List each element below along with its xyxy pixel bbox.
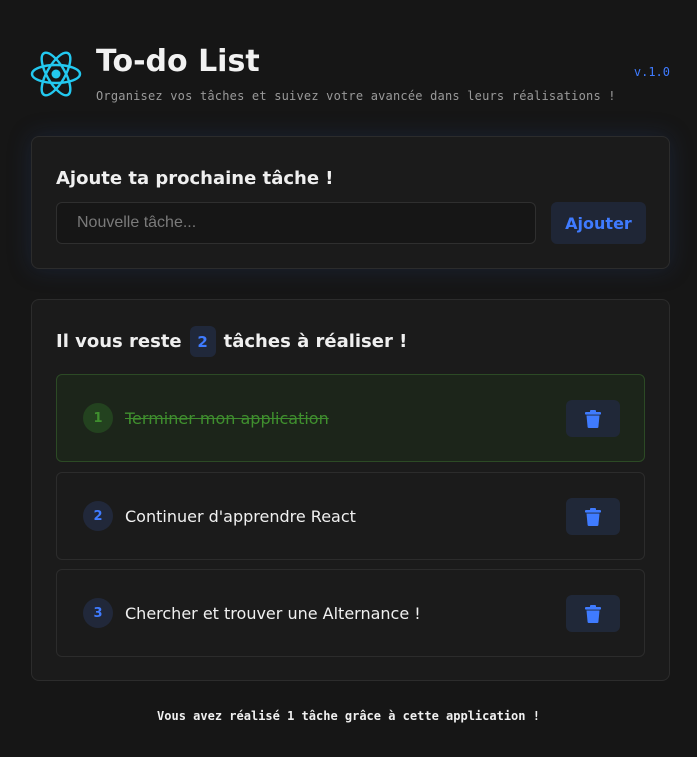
- app-title: To-do List: [96, 44, 260, 79]
- remaining-tasks-heading: Il vous reste 2 tâches à réaliser !: [56, 326, 407, 357]
- version-label: v.1.0: [633, 65, 670, 79]
- trash-icon: [585, 604, 601, 623]
- task-number-badge: 1: [83, 403, 113, 433]
- delete-task-button[interactable]: [566, 498, 620, 535]
- task-item[interactable]: 3 Chercher et trouver une Alternance !: [56, 569, 645, 657]
- app-subtitle: Organisez vos tâches et suivez votre ava…: [96, 89, 616, 103]
- react-atom-icon: [30, 51, 82, 97]
- task-text[interactable]: Chercher et trouver une Alternance !: [125, 604, 421, 623]
- delete-task-button[interactable]: [566, 595, 620, 632]
- trash-icon: [585, 409, 601, 428]
- new-task-input[interactable]: [56, 202, 536, 244]
- remaining-prefix: Il vous reste: [56, 331, 182, 352]
- add-task-button[interactable]: Ajouter: [551, 202, 646, 244]
- remaining-suffix: tâches à réaliser !: [223, 331, 408, 352]
- task-number-badge: 2: [83, 501, 113, 531]
- footer-summary: Vous avez réalisé 1 tâche grâce à cette …: [157, 709, 540, 723]
- add-task-title: Ajoute ta prochaine tâche !: [56, 168, 334, 189]
- app-header: To-do List Organisez vos tâches et suive…: [30, 40, 670, 120]
- task-list-card: Il vous reste 2 tâches à réaliser ! 1 Te…: [31, 299, 670, 681]
- task-item[interactable]: 2 Continuer d'apprendre React: [56, 472, 645, 560]
- trash-icon: [585, 507, 601, 526]
- task-text[interactable]: Terminer mon application: [125, 409, 329, 428]
- task-item[interactable]: 1 Terminer mon application: [56, 374, 645, 462]
- task-text[interactable]: Continuer d'apprendre React: [125, 507, 356, 526]
- add-task-card: Ajoute ta prochaine tâche ! Ajouter: [31, 136, 670, 269]
- task-number-badge: 3: [83, 598, 113, 628]
- remaining-count-badge: 2: [189, 326, 216, 357]
- delete-task-button[interactable]: [566, 400, 620, 437]
